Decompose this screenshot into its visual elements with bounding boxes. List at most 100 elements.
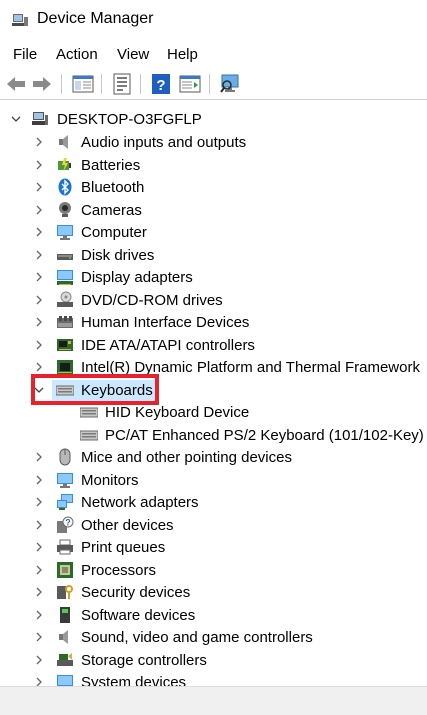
mouse-icon (59, 448, 71, 466)
tree-item-monitors[interactable]: Monitors (0, 469, 427, 491)
security-icon (57, 585, 73, 599)
tree-item-label: Processors (81, 562, 157, 579)
chevron-right-icon[interactable] (33, 631, 45, 643)
tree-item-hid[interactable]: Human Interface Devices (0, 311, 427, 333)
tree-item-label: IDE ATA/ATAPI controllers (81, 337, 255, 354)
tree-item-label: Cameras (81, 202, 142, 219)
chevron-right-icon[interactable] (33, 226, 45, 238)
menu-view[interactable]: View (117, 46, 149, 63)
keyboard-icon (80, 430, 98, 441)
tree-item-audio[interactable]: Audio inputs and outputs (0, 131, 427, 153)
toolbar: ? (0, 68, 427, 100)
tree-item-sound-controllers[interactable]: Sound, video and game controllers (0, 626, 427, 648)
chevron-right-icon[interactable] (33, 496, 45, 508)
show-hide-console-tree-icon[interactable] (71, 72, 95, 96)
chevron-right-icon[interactable] (33, 159, 45, 171)
tree-item-mice[interactable]: Mice and other pointing devices (0, 446, 427, 468)
chevron-right-icon[interactable] (33, 676, 45, 686)
tree-item-label: System devices (81, 674, 187, 686)
chevron-down-icon[interactable] (10, 113, 22, 125)
tree-item-system-devices[interactable]: System devices (0, 671, 427, 686)
tree-item-network-adapters[interactable]: Network adapters (0, 491, 427, 513)
help-icon[interactable]: ? (149, 72, 173, 96)
other-devices-icon: ? (57, 516, 74, 533)
scan-hardware-icon[interactable] (218, 72, 242, 96)
tree-item-processors[interactable]: Processors (0, 559, 427, 581)
system-icon (57, 675, 73, 686)
speaker-icon (59, 135, 68, 149)
properties-icon[interactable] (110, 72, 134, 96)
action-pane-icon[interactable] (178, 72, 202, 96)
chevron-right-icon[interactable] (33, 271, 45, 283)
tree-item-display-adapters[interactable]: Display adapters (0, 266, 427, 288)
battery-icon (58, 158, 71, 172)
tree-item-label: HID Keyboard Device (105, 404, 250, 421)
chevron-right-icon[interactable] (33, 339, 45, 351)
chevron-right-icon[interactable] (33, 361, 45, 373)
tree-item-label: Batteries (81, 157, 141, 174)
tree-item-cameras[interactable]: Cameras (0, 199, 427, 221)
menu-file[interactable]: File (13, 46, 37, 63)
toolbar-separator (209, 74, 210, 94)
keyboard-icon (80, 407, 98, 418)
tree-item-other-devices[interactable]: ? Other devices (0, 514, 427, 536)
chevron-right-icon[interactable] (33, 519, 45, 531)
tree-item-bluetooth[interactable]: Bluetooth (0, 176, 427, 198)
chevron-right-icon[interactable] (33, 654, 45, 666)
chevron-right-icon[interactable] (33, 451, 45, 463)
tree-item-label: Other devices (81, 517, 174, 534)
root-label: DESKTOP-O3FGFLP (57, 111, 202, 128)
chevron-right-icon[interactable] (33, 564, 45, 576)
tree-item-label: Network adapters (81, 494, 199, 511)
tree-item-label: Audio inputs and outputs (81, 134, 247, 151)
chevron-right-icon[interactable] (33, 609, 45, 621)
chevron-right-icon[interactable] (33, 181, 45, 193)
tree-item-label: Display adapters (81, 269, 193, 286)
menu-help[interactable]: Help (167, 46, 198, 63)
tree-item-security-devices[interactable]: Security devices (0, 581, 427, 603)
printer-icon (57, 539, 73, 555)
toolbar-separator (140, 74, 141, 94)
storage-icon (57, 653, 73, 666)
tree-item-ps2-keyboard[interactable]: PC/AT Enhanced PS/2 Keyboard (101/102-Ke… (0, 424, 427, 446)
chevron-right-icon[interactable] (33, 249, 45, 261)
tree-item-batteries[interactable]: Batteries (0, 154, 427, 176)
tree-item-dvd-drives[interactable]: DVD/CD-ROM drives (0, 289, 427, 311)
device-manager-icon (12, 14, 28, 26)
tree-item-software-devices[interactable]: Software devices (0, 604, 427, 626)
tree-root[interactable]: DESKTOP-O3FGFLP (0, 108, 427, 130)
tree-item-label: Storage controllers (81, 652, 207, 669)
chevron-right-icon[interactable] (33, 474, 45, 486)
tree-item-computer[interactable]: Computer (0, 221, 427, 243)
tree-item-ide-controllers[interactable]: IDE ATA/ATAPI controllers (0, 334, 427, 356)
tree-item-label: Software devices (81, 607, 196, 624)
svg-text:?: ? (156, 77, 165, 94)
chevron-right-icon[interactable] (33, 294, 45, 306)
tree-item-label: Disk drives (81, 247, 155, 264)
tree-item-disk-drives[interactable]: Disk drives (0, 244, 427, 266)
chevron-right-icon[interactable] (33, 586, 45, 598)
tree-item-label: Print queues (81, 539, 166, 556)
toolbar-separator (101, 74, 102, 94)
tree-item-label: PC/AT Enhanced PS/2 Keyboard (101/102-Ke… (105, 427, 424, 444)
chevron-right-icon[interactable] (33, 541, 45, 553)
back-icon[interactable] (4, 72, 28, 96)
highlight-box (31, 374, 159, 405)
forward-icon[interactable] (30, 72, 54, 96)
menu-action[interactable]: Action (56, 46, 98, 63)
tree-item-label: Monitors (81, 472, 139, 489)
hid-icon (57, 316, 73, 328)
tree-item-label: Human Interface Devices (81, 314, 250, 331)
toolbar-separator (61, 74, 62, 94)
tree-item-print-queues[interactable]: Print queues (0, 536, 427, 558)
bluetooth-icon (58, 178, 72, 196)
software-icon (60, 607, 70, 623)
window-title: Device Manager (37, 10, 154, 27)
chevron-right-icon[interactable] (33, 136, 45, 148)
chevron-right-icon[interactable] (33, 316, 45, 328)
tree-item-label: Sound, video and game controllers (81, 629, 313, 646)
title-bar: Device Manager (0, 0, 427, 40)
display-adapter-icon (57, 270, 73, 285)
chevron-right-icon[interactable] (33, 204, 45, 216)
tree-item-storage-controllers[interactable]: Storage controllers (0, 649, 427, 671)
